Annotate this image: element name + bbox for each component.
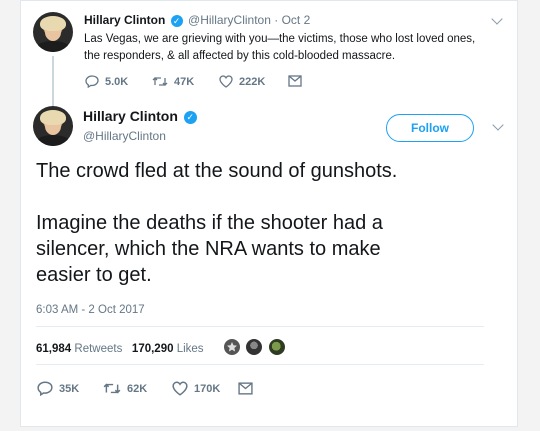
star-icon <box>227 342 237 352</box>
verified-icon: ✓ <box>170 14 183 27</box>
thread-connector <box>52 56 54 106</box>
tweet-text-line: Las Vegas, we are grieving with you—the … <box>84 33 476 45</box>
reply-button[interactable]: 5.0K <box>85 75 128 88</box>
divider <box>36 326 484 327</box>
message-button[interactable] <box>288 75 308 87</box>
retweet-count: 62K <box>127 382 148 395</box>
retweet-label: Retweets <box>74 343 123 355</box>
author-block: Hillary Clinton ✓ @HillaryClinton <box>83 108 199 143</box>
author-name[interactable]: Hillary Clinton <box>84 13 165 27</box>
tweet-date[interactable]: Oct 2 <box>282 13 311 27</box>
like-total: 170,290 <box>131 343 174 355</box>
like-count: 170K <box>194 382 221 395</box>
liker-avatar[interactable] <box>223 338 241 356</box>
tweet-text-line: Imagine the deaths if the shooter had a <box>36 212 383 234</box>
author-handle[interactable]: @HillaryClinton <box>188 13 271 27</box>
retweet-button[interactable]: 62K <box>103 381 147 396</box>
tweet-text: The crowd fled at the sound of gunshots.… <box>36 158 397 288</box>
reply-button[interactable]: 35K <box>37 381 79 396</box>
avatar[interactable] <box>33 106 73 146</box>
retweet-total: 61,984 <box>36 343 72 355</box>
verified-icon: ✓ <box>183 110 197 124</box>
tweet-text-line: easier to get. <box>36 264 152 286</box>
tweet-text-line: silencer, which the NRA wants to make <box>36 238 381 260</box>
follow-button[interactable]: Follow <box>386 114 474 142</box>
envelope-icon <box>238 382 253 395</box>
tweet-text-line: the responders, & all affected by this c… <box>84 50 396 62</box>
quoted-tweet-header: Hillary Clinton ✓ @HillaryClinton · Oct … <box>84 13 310 27</box>
liker-avatar[interactable] <box>245 338 263 356</box>
retweet-icon <box>152 77 168 86</box>
engagement-stats: 61,984 Retweets 170,290 Likes <box>36 343 204 355</box>
heart-icon <box>219 75 233 88</box>
like-button[interactable]: 222K <box>219 75 265 88</box>
like-count: 222K <box>239 75 266 88</box>
tweet-timestamp[interactable]: 6:03 AM - 2 Oct 2017 <box>36 304 145 316</box>
avatar[interactable] <box>33 12 73 52</box>
like-button[interactable]: 170K <box>172 381 220 396</box>
date-separator: · <box>274 13 279 27</box>
author-handle[interactable]: @HillaryClinton <box>83 129 199 143</box>
reply-count: 5.0K <box>105 75 129 88</box>
tweet-paragraph: The crowd fled at the sound of gunshots. <box>36 160 398 182</box>
author-name[interactable]: Hillary Clinton <box>83 108 178 124</box>
retweet-stat[interactable]: 61,984 Retweets <box>36 343 122 355</box>
heart-icon <box>172 381 188 396</box>
reply-icon <box>85 75 99 88</box>
like-label: Likes <box>176 343 204 355</box>
retweet-icon <box>103 383 121 394</box>
retweet-count: 47K <box>174 75 195 88</box>
reply-count: 35K <box>59 382 80 395</box>
quoted-tweet-text: Las Vegas, we are grieving with you—the … <box>84 31 494 65</box>
reply-icon <box>37 381 53 396</box>
like-stat[interactable]: 170,290 Likes <box>132 343 204 355</box>
envelope-icon <box>288 75 302 87</box>
divider <box>36 364 484 365</box>
message-button[interactable] <box>238 382 259 395</box>
liker-avatar[interactable] <box>268 338 286 356</box>
retweet-button[interactable]: 47K <box>152 75 194 88</box>
